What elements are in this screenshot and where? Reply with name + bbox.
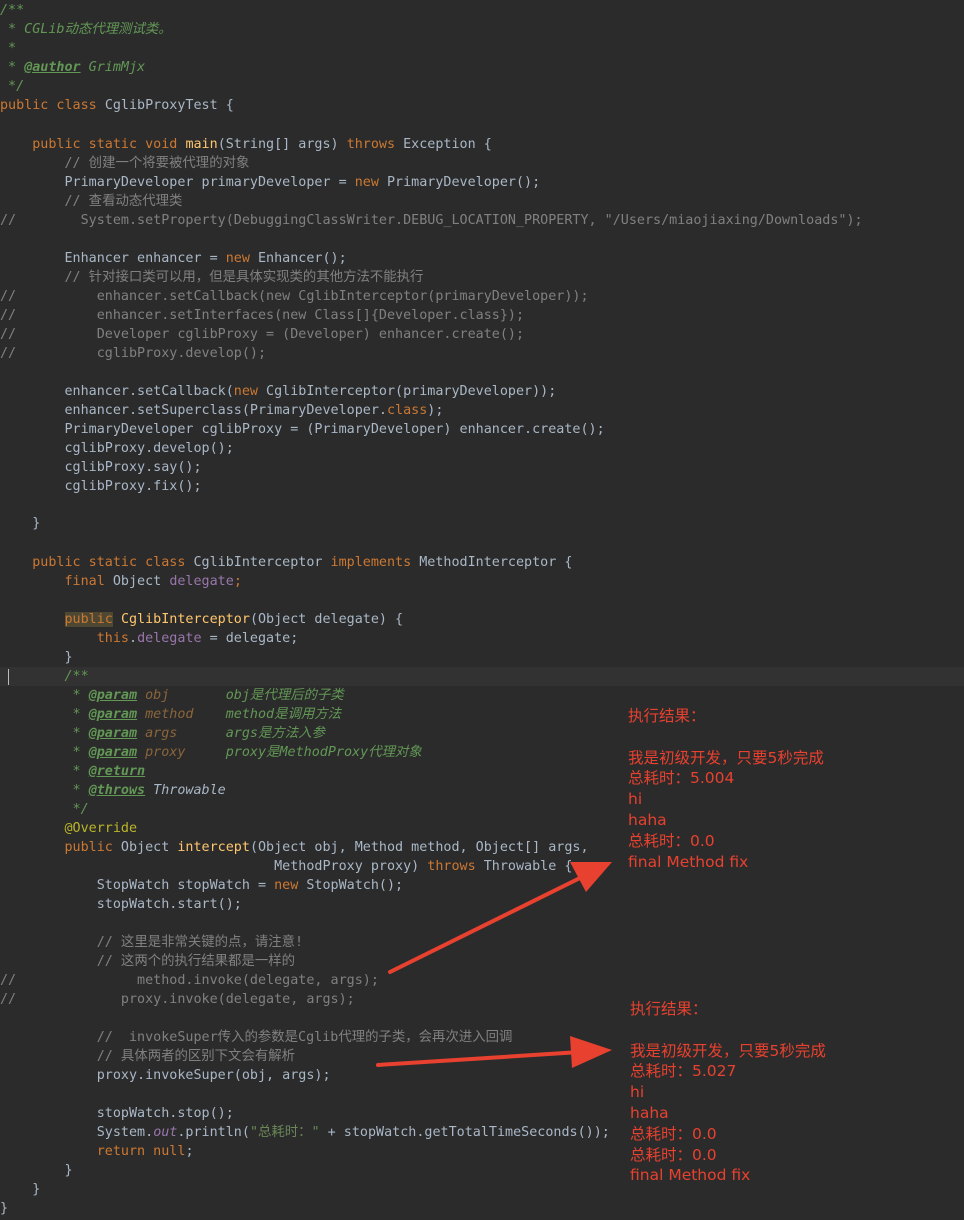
arrow-to-result-1 <box>388 862 612 974</box>
result-line: haha <box>628 810 667 829</box>
result-line: 我是初级开发，只要5秒完成 <box>628 748 824 767</box>
result-line: 总耗时：5.004 <box>628 769 735 788</box>
result-title: 执行结果： <box>628 707 706 725</box>
result-line: 总耗时：5.027 <box>630 1062 737 1081</box>
result-line: hi <box>630 1083 645 1102</box>
result-line: final Method fix <box>630 1166 751 1185</box>
result-line: 总耗时：0.0 <box>630 1124 717 1143</box>
result-line: final Method fix <box>628 852 749 871</box>
arrow-to-result-2 <box>376 1036 612 1068</box>
result-line: hi <box>628 790 643 809</box>
result-line: 总耗时：0.0 <box>628 831 715 850</box>
result-line: 总耗时：0.0 <box>630 1145 717 1164</box>
result-line: 我是初级开发，只要5秒完成 <box>630 1041 826 1060</box>
result-annotation-2: 执行结果： 我是初级开发，只要5秒完成 总耗时：5.027 hi haha 总耗… <box>630 999 826 1186</box>
result-line: haha <box>630 1103 669 1122</box>
result-title: 执行结果： <box>630 1000 708 1018</box>
result-annotation-1: 执行结果： 我是初级开发，只要5秒完成 总耗时：5.004 hi haha 总耗… <box>628 706 824 872</box>
